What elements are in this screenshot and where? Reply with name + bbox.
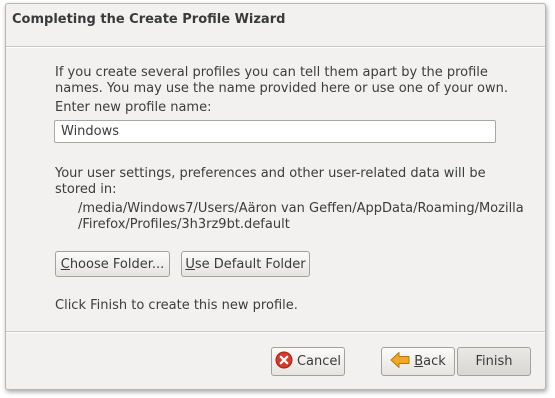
back-button[interactable]: Back (381, 347, 455, 376)
profile-path-line1: /media/Windows7/Users/Aäron van Geffen/A… (78, 201, 524, 216)
wizard-dialog: Completing the Create Profile Wizard If … (5, 3, 546, 390)
intro-text-line1: If you create several profiles you can t… (55, 65, 488, 80)
storage-text-line2: stored in: (55, 182, 117, 197)
finish-label: Finish (475, 354, 513, 369)
dialog-title: Completing the Create Profile Wizard (12, 12, 286, 27)
storage-text-line1: Your user settings, preferences and othe… (55, 166, 486, 181)
back-arrow-icon (390, 351, 410, 373)
back-label: ack (423, 354, 446, 369)
choose-folder-mnemonic: C (60, 256, 70, 272)
choose-folder-label: hoose Folder... (69, 256, 165, 272)
profile-name-label: Enter new profile name: (55, 100, 212, 115)
use-default-label: se Default Folder (194, 256, 306, 272)
use-default-mnemonic: U (185, 256, 195, 272)
use-default-folder-button[interactable]: Use Default Folder (181, 251, 310, 277)
profile-path-line2: /Firefox/Profiles/3h3rz9bt.default (78, 217, 290, 232)
finish-hint-text: Click Finish to create this new profile. (55, 298, 298, 313)
profile-name-input[interactable] (54, 120, 496, 143)
back-mnemonic: B (414, 354, 424, 369)
finish-button[interactable]: Finish (457, 347, 531, 376)
choose-folder-button[interactable]: Choose Folder... (55, 251, 170, 277)
cancel-button[interactable]: Cancel (271, 347, 345, 376)
cancel-icon (275, 351, 293, 373)
header-separator (6, 46, 545, 48)
intro-text-line2: names. You may use the name provided her… (55, 81, 509, 96)
cancel-label: Cancel (296, 354, 342, 369)
footer-separator (6, 331, 545, 333)
